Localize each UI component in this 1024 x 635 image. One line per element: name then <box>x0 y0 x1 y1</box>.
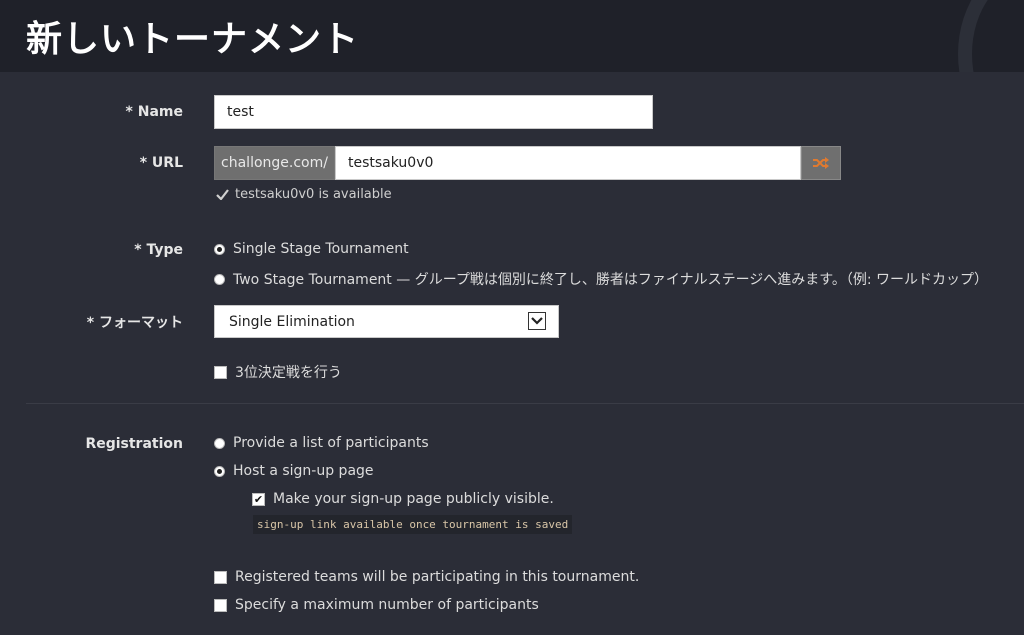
registration-option-signup-label: Host a sign-up page <box>233 463 374 479</box>
header-decoration <box>958 0 1024 72</box>
format-label: * フォーマット <box>86 315 183 331</box>
url-input[interactable]: testsaku0v0 <box>335 146 801 180</box>
radio-selected-icon[interactable] <box>214 465 225 477</box>
shuffle-icon <box>813 157 829 169</box>
url-input-value: testsaku0v0 <box>348 155 434 171</box>
registration-option-list[interactable]: Provide a list of participants <box>214 435 429 451</box>
type-option-single[interactable]: Single Stage Tournament <box>214 241 409 257</box>
max-participants-label: Specify a maximum number of participants <box>235 597 539 613</box>
signup-link-note: sign-up link available once tournament i… <box>253 515 573 534</box>
chevron-down-icon <box>528 312 546 330</box>
registration-label: Registration <box>85 436 183 452</box>
third-place-label: 3位決定戦を行う <box>235 365 342 381</box>
public-visible-label: Make your sign-up page publicly visible. <box>273 491 554 507</box>
teams-option[interactable]: Registered teams will be participating i… <box>214 569 639 585</box>
teams-label: Registered teams will be participating i… <box>235 569 640 585</box>
url-label: * URL <box>139 155 183 171</box>
url-prefix: challonge.com/ <box>214 146 335 180</box>
checkbox-icon[interactable] <box>214 598 227 612</box>
shuffle-url-button[interactable] <box>801 146 841 180</box>
section-divider <box>26 403 1024 404</box>
url-availability-text: testsaku0v0 is available <box>235 187 392 202</box>
registration-option-list-label: Provide a list of participants <box>233 435 429 451</box>
check-icon <box>216 189 229 200</box>
name-label: * Name <box>125 104 183 120</box>
name-input[interactable]: test <box>214 95 653 129</box>
radio-selected-icon[interactable] <box>214 243 225 255</box>
page-title: 新しいトーナメント <box>26 19 360 60</box>
checkbox-icon[interactable] <box>214 365 227 379</box>
type-option-two-stage-label: Two Stage Tournament — グループ戦は個別に終了し、勝者はフ… <box>233 272 989 288</box>
checkbox-icon[interactable] <box>214 570 227 584</box>
public-visible-option[interactable]: ✔ Make your sign-up page publicly visibl… <box>252 491 554 507</box>
radio-icon[interactable] <box>214 273 225 285</box>
url-availability: testsaku0v0 is available <box>216 187 392 202</box>
max-participants-option[interactable]: Specify a maximum number of participants <box>214 597 539 613</box>
type-option-two-stage[interactable]: Two Stage Tournament — グループ戦は個別に終了し、勝者はフ… <box>214 269 988 289</box>
checkbox-checked-icon[interactable]: ✔ <box>252 492 265 506</box>
page-header: 新しいトーナメント <box>0 0 1024 72</box>
radio-icon[interactable] <box>214 437 225 449</box>
type-option-single-label: Single Stage Tournament <box>233 241 409 257</box>
registration-option-signup[interactable]: Host a sign-up page <box>214 463 374 479</box>
name-input-value: test <box>227 104 254 120</box>
type-label: * Type <box>134 242 183 258</box>
third-place-option[interactable]: 3位決定戦を行う <box>214 362 342 382</box>
format-select-value: Single Elimination <box>229 313 355 330</box>
format-select[interactable]: Single Elimination <box>214 305 559 338</box>
